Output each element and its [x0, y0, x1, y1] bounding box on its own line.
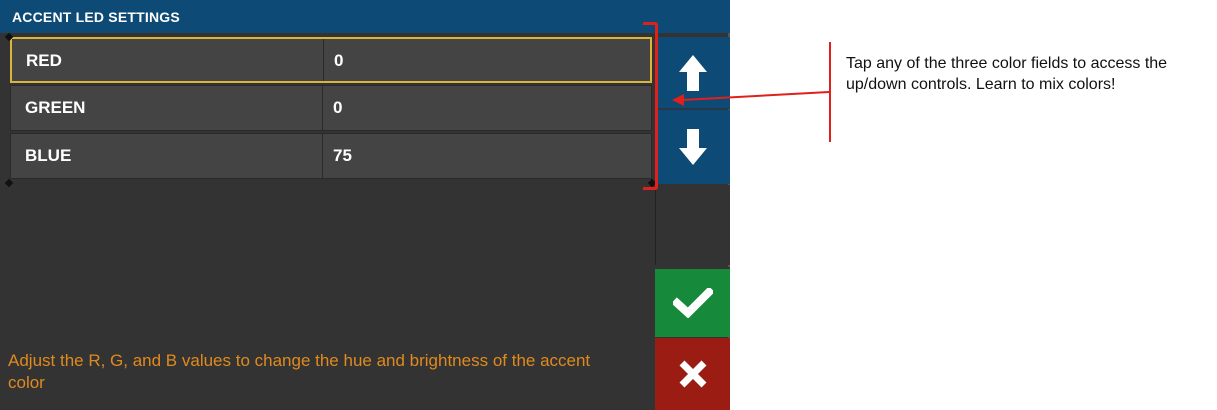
decrement-button[interactable] — [655, 110, 730, 184]
cancel-button[interactable] — [655, 338, 730, 410]
row-divider — [322, 134, 323, 178]
row-divider — [323, 39, 324, 81]
help-text: Adjust the R, G, and B values to change … — [8, 351, 591, 392]
page-title: ACCENT LED SETTINGS — [12, 9, 180, 25]
field-label: RED — [26, 51, 62, 70]
annotation-bracket — [643, 22, 658, 190]
confirm-button[interactable] — [655, 267, 730, 337]
callout-rule — [829, 42, 831, 142]
field-value: 0 — [333, 98, 343, 117]
field-value: 75 — [333, 146, 352, 165]
field-row-blue[interactable]: BLUE 75 — [10, 133, 652, 179]
field-label: GREEN — [25, 98, 86, 117]
empty-button-slot — [655, 185, 730, 265]
check-icon — [672, 288, 713, 318]
field-value: 0 — [334, 51, 344, 70]
arrow-down-icon — [678, 129, 707, 165]
field-row-red[interactable]: RED 0 — [10, 37, 652, 83]
field-row-green[interactable]: GREEN 0 — [10, 85, 652, 131]
arrow-up-icon — [678, 54, 707, 91]
row-divider — [322, 86, 323, 130]
led-settings-panel: ACCENT LED SETTINGS RED 0 GREEN 0 BLUE 7… — [0, 0, 730, 410]
field-label: BLUE — [25, 146, 72, 165]
close-icon — [679, 360, 706, 388]
title-bar: ACCENT LED SETTINGS — [0, 0, 730, 33]
corner-marker — [4, 178, 14, 188]
callout-text: Tap any of the three color fields to acc… — [846, 55, 1168, 93]
increment-button[interactable] — [655, 37, 730, 109]
